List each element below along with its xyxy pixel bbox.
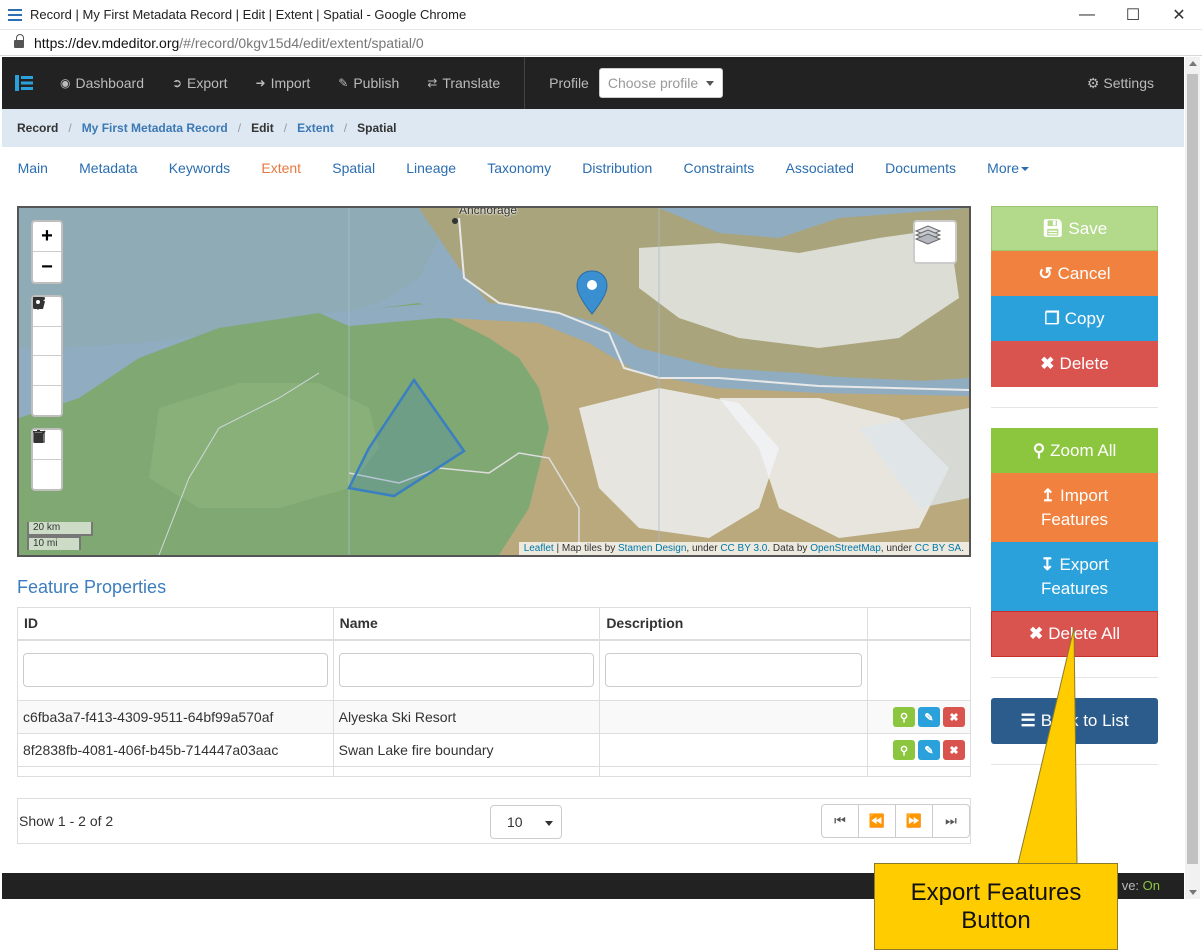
callout-pointer	[1017, 627, 1078, 865]
callout-annotation: Export Features Button	[874, 863, 1118, 950]
